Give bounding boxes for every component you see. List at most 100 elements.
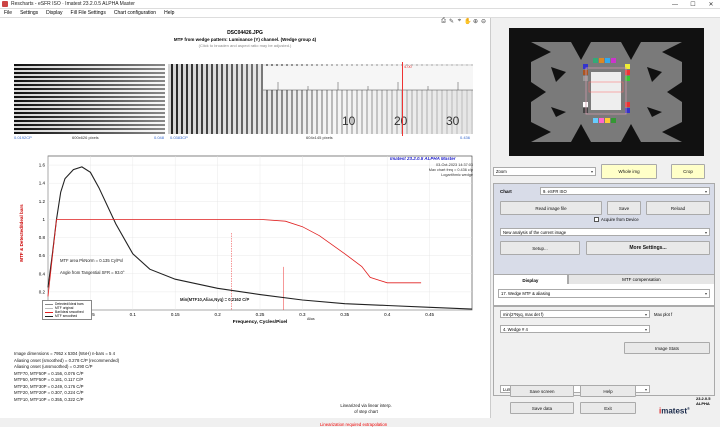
x-axis-label: Frequency, Cycles/Pixel	[233, 319, 288, 325]
figure-toolbar: ⎙ ✎ ⌖ ✋ ⊕ ⊖ ⌂	[440, 18, 495, 25]
tab-body: 17. Wedge MTF & aliasing	[493, 284, 715, 306]
x-tick-label: 0.2	[214, 312, 221, 317]
esfr-chart-thumbnail	[531, 42, 682, 142]
acquire-label: Acquire from Device	[601, 217, 639, 222]
exit-button[interactable]: Exit	[580, 402, 636, 414]
minimize-button[interactable]: —	[666, 0, 684, 9]
menu-fill-file-settings[interactable]: Fill File Settings	[67, 10, 110, 16]
menu-chart-configuration[interactable]: Chart configuration	[110, 10, 160, 16]
y-tick-label: 0.4	[39, 271, 46, 276]
plot-subtitle: MTF from wedge pattern: Luminance (Y) ch…	[173, 37, 317, 42]
zoom-select[interactable]: Zoom	[493, 167, 596, 176]
more-settings-button[interactable]: More Settings...	[586, 241, 710, 255]
zoom-out-icon[interactable]: ⊖	[480, 18, 487, 25]
menu-settings[interactable]: Settings	[16, 10, 42, 16]
annotation-angle: Angle from Tangential SFR = 93.0°	[60, 270, 125, 275]
y-tick-label: 1.6	[39, 163, 46, 168]
chart-select[interactable]: 9. eSFR ISO	[540, 187, 710, 195]
plot-pane: ⎙ ✎ ⌖ ✋ ⊕ ⊖ ⌂ DSC04426.JPG MTF from wedg…	[0, 18, 493, 427]
display-select[interactable]: 17. Wedge MTF & aliasing	[498, 289, 710, 298]
ruler-number: 30	[446, 114, 460, 128]
read-image-file-button[interactable]: Read image file	[500, 201, 602, 215]
wedge1-caption-left: 0.0192CP	[14, 135, 32, 140]
acquire-checkbox[interactable]	[594, 217, 599, 222]
save-button[interactable]: Save	[607, 201, 641, 215]
save-data-button[interactable]: Save data	[510, 402, 574, 414]
x-tick-label: 0.35	[340, 312, 349, 317]
linearization-caption: Linearized via linear interp. of step ch…	[336, 403, 396, 415]
annotation-min: Min(MTF10,Alias,Nyq) = 0.2162 C/P	[180, 297, 250, 302]
x-tick-label: 0.1	[130, 312, 137, 317]
legend-swatch	[45, 311, 53, 313]
image-preview[interactable]	[509, 28, 704, 156]
linearization-warning: Linearization required extrapolation	[320, 422, 388, 427]
y-tick-label: 0.6	[39, 253, 46, 258]
menu-help[interactable]: Help	[160, 10, 178, 16]
results-summary: Image dimensions = 7952 x 5304 (WxH) n-b…	[14, 351, 119, 403]
x-tick-label: 0.45	[425, 312, 434, 317]
x-tick-label: 0.25	[256, 312, 265, 317]
title-bar: Rescharts - eSFR ISO · Imatest 23.2.0.5 …	[0, 0, 720, 9]
ruler-number: 20	[394, 114, 408, 128]
help-button[interactable]: Help	[580, 385, 636, 397]
menu-file[interactable]: File	[0, 10, 16, 16]
annotation-mtf-area: MTF area PkNorm = 0.135 Cy/Pxl	[60, 258, 123, 263]
y-tick-label: 1.4	[39, 181, 46, 186]
maximize-button[interactable]: ☐	[684, 0, 702, 9]
wedge-image-right: 10 20 30	[168, 64, 473, 134]
brush-icon[interactable]: ✎	[448, 18, 455, 25]
plot-options-panel: min(2*Nyq, max det f) Max plot f 4. Wedg…	[493, 306, 715, 396]
plot-note: (Click to broaden and aspect ratio may b…	[198, 43, 292, 48]
app-icon	[2, 1, 8, 7]
export-icon[interactable]: ⎙	[440, 18, 447, 25]
crop-button[interactable]: Crop	[671, 164, 705, 179]
legend-swatch	[45, 307, 53, 309]
wedge2-caption-right: 0.436	[460, 135, 471, 140]
annotation-alias: Alias	[307, 317, 315, 321]
y-tick-label: 0.2	[39, 289, 46, 294]
ruler-number: 10	[342, 114, 356, 128]
info-line: MTF10, MTF10P = 0.355, 0.322 C/P	[14, 396, 84, 402]
chart-label: Chart	[500, 189, 512, 194]
imatest-version-label: Imatest 23.2.0.5 ALPHA Master	[390, 156, 456, 161]
wedge1-caption-right: 0.048	[154, 135, 165, 140]
datatip-icon[interactable]: ⌖	[456, 18, 463, 25]
y-tick-label: 1	[42, 217, 45, 222]
info-line: Image dimensions = 7952 x 5304 (WxH) n-b…	[14, 351, 116, 356]
version-label: 23.2.0.5 ALPHA	[696, 396, 711, 406]
wedge-red-label: 4.00	[404, 64, 412, 69]
close-button[interactable]: ✕	[702, 0, 720, 9]
menu-display[interactable]: Display	[42, 10, 66, 16]
wedge2-caption-center: 604x145 pixels	[306, 135, 333, 140]
save-screen-button[interactable]: Save screen	[510, 385, 574, 397]
whole-img-button[interactable]: Whole img	[601, 164, 657, 179]
reload-button[interactable]: Reload	[646, 201, 710, 215]
wedge-type-line: Logarithmic wedge	[441, 173, 473, 177]
x-tick-label: 0.4	[384, 312, 391, 317]
pan-icon[interactable]: ✋	[464, 18, 471, 25]
y-tick-label: 1.2	[39, 199, 46, 204]
wedge2-caption-left: 0.0383CP	[170, 135, 188, 140]
plot-filename: DSC04426.JPG	[227, 30, 263, 36]
max-plot-f-label: Max plot f	[654, 312, 673, 317]
wedge-select[interactable]: 4. Wedge # 4	[500, 325, 650, 333]
zoom-in-icon[interactable]: ⊕	[472, 18, 479, 25]
image-stats-button[interactable]: Image Stats	[624, 342, 710, 354]
chart-info-lines: 03-Oct-2023 14:37:03 Max chart freq = 0.…	[400, 163, 473, 178]
wedge-image-left	[14, 64, 165, 134]
linearization-line: of step chart	[354, 409, 378, 414]
analysis-settings-group: Chart 9. eSFR ISO Read image file Save R…	[493, 183, 715, 276]
menu-bar: File Settings Display Fill File Settings…	[0, 9, 720, 18]
x-tick-label: 0.15	[171, 312, 180, 317]
y-axis-label: MTF & Detected/Ideal bars	[19, 204, 24, 262]
max-plot-f-select[interactable]: min(2*Nyq, max det f)	[500, 310, 650, 318]
wedge-ruler	[263, 66, 473, 91]
x-tick-label: 0.3	[299, 312, 306, 317]
legend-entry: MTF smoothed	[45, 314, 89, 318]
legend-swatch	[45, 303, 53, 305]
legend-swatch	[45, 315, 53, 317]
chart-legend: Detected/Ideal bars MTF original Bar/Ide…	[42, 300, 92, 320]
analysis-mode-select[interactable]: New analysis of the current image	[500, 228, 710, 236]
y-tick-label: 0.8	[39, 235, 46, 240]
setup-button[interactable]: Setup...	[500, 241, 580, 255]
